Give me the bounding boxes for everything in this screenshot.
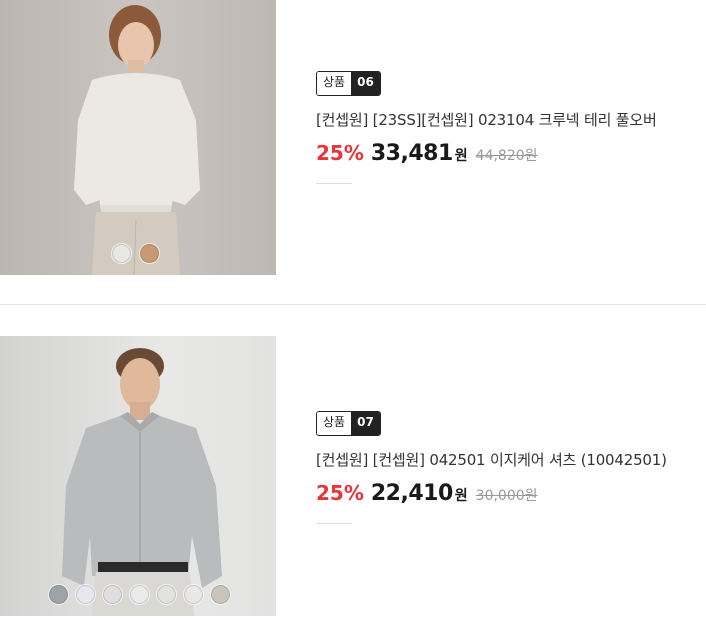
badge-label: 상품 — [317, 412, 352, 435]
color-swatch[interactable] — [157, 585, 176, 604]
color-swatch[interactable] — [130, 585, 149, 604]
original-price: 44,820원 — [475, 148, 538, 164]
badge-label: 상품 — [317, 72, 352, 95]
price-row: 25% 22,410 원 30,000원 — [316, 481, 667, 506]
color-swatch[interactable] — [211, 585, 230, 604]
color-swatch[interactable] — [76, 585, 95, 604]
product-badge: 상품 07 — [316, 411, 381, 436]
color-swatch[interactable] — [112, 244, 131, 263]
price-row: 25% 33,481 원 44,820원 — [316, 141, 657, 166]
product-card[interactable]: 상품 06 [컨셉원] [23SS][컨셉원] 023104 크루넥 테리 풀오… — [0, 0, 706, 275]
product-title[interactable]: [컨셉원] [23SS][컨셉원] 023104 크루넥 테리 풀오버 — [316, 109, 657, 130]
sale-price: 22,410 — [370, 481, 453, 506]
color-swatch[interactable] — [49, 585, 68, 604]
sale-price: 33,481 — [370, 141, 453, 166]
discount-rate: 25% — [316, 481, 364, 505]
product-image[interactable] — [0, 0, 276, 275]
divider — [316, 523, 352, 524]
original-price: 30,000원 — [475, 488, 538, 504]
currency-unit: 원 — [454, 488, 468, 504]
divider — [316, 183, 352, 184]
product-badge: 상품 06 — [316, 71, 381, 96]
badge-number: 07 — [351, 412, 380, 435]
badge-number: 06 — [351, 72, 380, 95]
product-info: 상품 07 [컨셉원] [컨셉원] 042501 이지케어 셔츠 (100425… — [316, 411, 667, 524]
color-swatch[interactable] — [103, 585, 122, 604]
product-card[interactable]: 상품 07 [컨셉원] [컨셉원] 042501 이지케어 셔츠 (100425… — [0, 336, 706, 616]
product-info: 상품 06 [컨셉원] [23SS][컨셉원] 023104 크루넥 테리 풀오… — [316, 71, 657, 184]
product-image[interactable] — [0, 336, 276, 616]
product-title[interactable]: [컨셉원] [컨셉원] 042501 이지케어 셔츠 (10042501) — [316, 449, 667, 470]
color-swatch[interactable] — [184, 585, 203, 604]
section-divider — [0, 304, 706, 305]
model-shirt-photo — [0, 336, 276, 616]
currency-unit: 원 — [454, 148, 468, 164]
discount-rate: 25% — [316, 141, 364, 165]
color-swatches — [112, 244, 159, 263]
color-swatch[interactable] — [140, 244, 159, 263]
model-sweatshirt-photo — [0, 0, 276, 275]
color-swatches — [49, 585, 230, 604]
